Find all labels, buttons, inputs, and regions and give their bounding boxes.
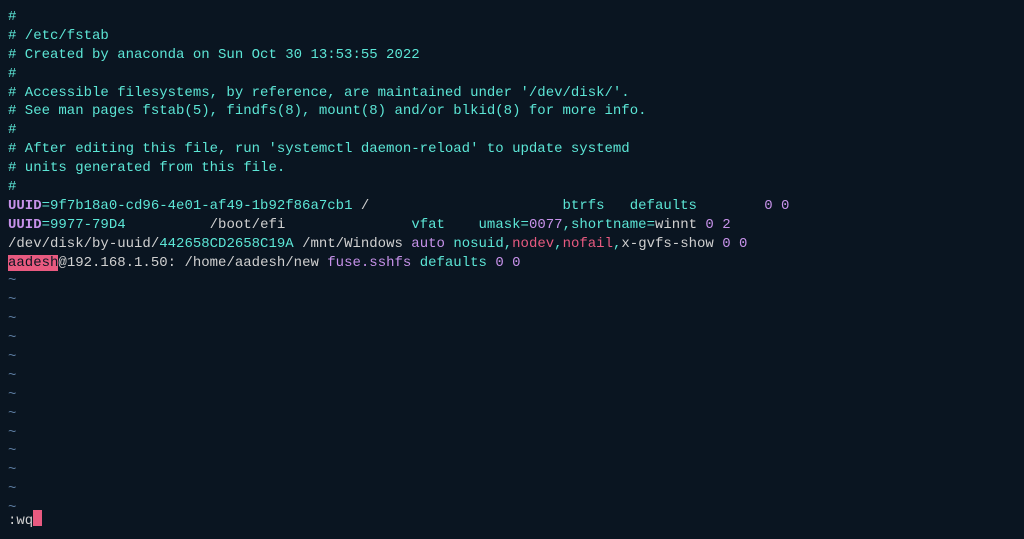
comment-line: # Accessible filesystems, by reference, … [8,84,1016,103]
comment-line: # After editing this file, run 'systemct… [8,140,1016,159]
fstab-entry-root: UUID=9f7b18a0-cd96-4e01-af49-1b92f86a7cb… [8,197,1016,216]
comment-line: # units generated from this file. [8,159,1016,178]
comment-line: # /etc/fstab [8,27,1016,46]
empty-line-tilde: ~ [8,480,1016,499]
empty-line-tilde: ~ [8,367,1016,386]
empty-line-tilde: ~ [8,499,1016,518]
fstab-entry-windows: /dev/disk/by-uuid/442658CD2658C19A /mnt/… [8,235,1016,254]
cursor-icon [33,510,42,526]
comment-line: # [8,8,1016,27]
vim-command-line[interactable]: :wq [8,510,42,531]
empty-line-tilde: ~ [8,310,1016,329]
empty-line-tilde: ~ [8,329,1016,348]
comment-line: # [8,121,1016,140]
empty-line-tilde: ~ [8,272,1016,291]
empty-line-tilde: ~ [8,461,1016,480]
empty-line-tilde: ~ [8,348,1016,367]
fstab-entry-boot: UUID=9977-79D4 /boot/efi vfat umask=0077… [8,216,1016,235]
search-highlight: aadesh [8,255,58,271]
empty-line-tilde: ~ [8,386,1016,405]
empty-line-tilde: ~ [8,291,1016,310]
empty-line-tilde: ~ [8,442,1016,461]
comment-line: # Created by anaconda on Sun Oct 30 13:5… [8,46,1016,65]
comment-line: # [8,178,1016,197]
fstab-entry-sshfs: aadesh@192.168.1.50: /home/aadesh/new fu… [8,254,1016,273]
empty-line-tilde: ~ [8,424,1016,443]
comment-line: # See man pages fstab(5), findfs(8), mou… [8,102,1016,121]
terminal-editor[interactable]: # # /etc/fstab # Created by anaconda on … [8,8,1016,518]
empty-line-tilde: ~ [8,405,1016,424]
comment-line: # [8,65,1016,84]
